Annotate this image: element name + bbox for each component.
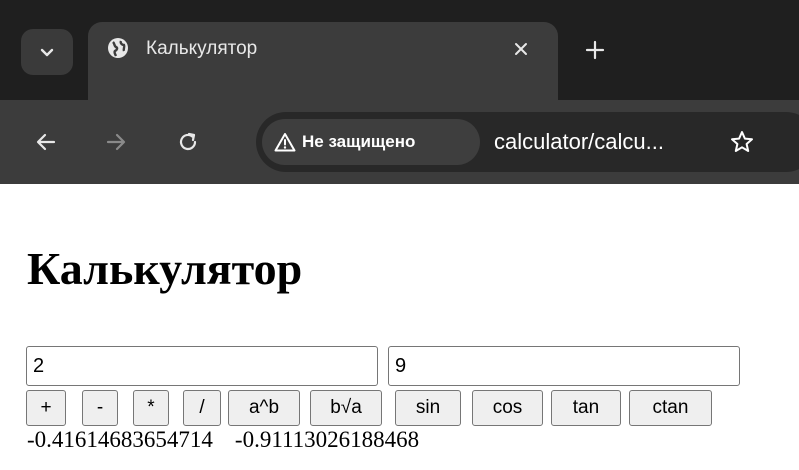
forward-button[interactable] [96, 122, 136, 162]
result-value: -0.91113026188468 [234, 427, 420, 452]
star-icon [731, 131, 753, 152]
back-arrow-icon [36, 133, 56, 151]
operand-a-input[interactable] [26, 346, 378, 386]
cos-button[interactable]: cos [472, 390, 543, 426]
result-value: -0.41614683654714 [27, 427, 213, 452]
url-text[interactable]: calculator/calcu... [494, 129, 664, 155]
site-security-chip[interactable]: Не защищено [262, 119, 480, 165]
multiply-button[interactable]: * [133, 390, 169, 426]
tan-button[interactable]: tan [551, 390, 621, 426]
subtract-button[interactable]: - [82, 390, 118, 426]
ctan-button[interactable]: ctan [629, 390, 712, 426]
warning-triangle-icon [274, 133, 296, 152]
operand-b-input[interactable] [388, 346, 740, 386]
back-button[interactable] [26, 122, 66, 162]
reload-icon [179, 132, 197, 151]
chevron-down-icon [40, 48, 54, 57]
close-icon [515, 43, 527, 55]
tab-search-button[interactable] [21, 29, 73, 75]
divide-button[interactable]: / [183, 390, 221, 426]
power-button[interactable]: a^b [228, 390, 300, 426]
globe-icon [108, 38, 128, 58]
reload-button[interactable] [168, 122, 208, 162]
sin-button[interactable]: sin [395, 390, 461, 426]
results-output: -0.41614683654714 -0.91113026188468 [27, 427, 419, 453]
plus-icon [585, 40, 605, 60]
tab-close-button[interactable] [506, 34, 536, 64]
bookmark-button[interactable] [724, 124, 760, 160]
tab-title: Калькулятор [146, 38, 258, 59]
browser-tab-strip: Калькулятор [0, 0, 799, 100]
new-tab-button[interactable] [578, 33, 612, 67]
page-content: Калькулятор + - * / a^b b√a sin cos tan … [0, 184, 799, 470]
forward-arrow-icon [106, 133, 126, 151]
add-button[interactable]: + [26, 390, 66, 426]
active-tab[interactable]: Калькулятор [88, 22, 558, 100]
root-button[interactable]: b√a [310, 390, 382, 426]
page-title: Калькулятор [27, 243, 303, 294]
security-label: Не защищено [302, 132, 416, 151]
